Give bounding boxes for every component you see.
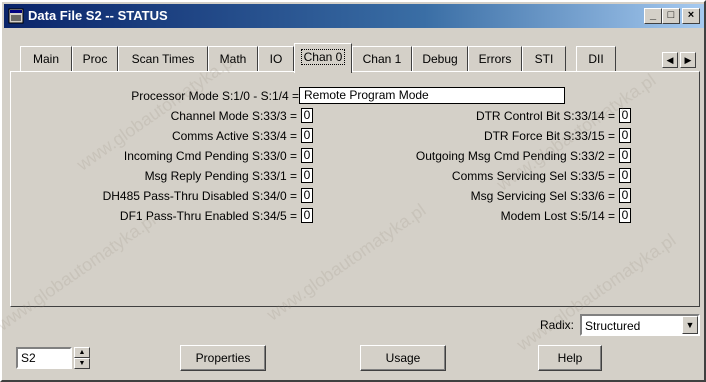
dtr-force-bit-label: DTR Force Bit S:33/15 = [483, 129, 615, 143]
msg-reply-pending-label: Msg Reply Pending S:33/1 = [144, 169, 297, 183]
dh485-pass-thru-label: DH485 Pass-Thru Disabled S:34/0 = [102, 189, 297, 203]
tab-scroll-left-icon[interactable]: ◀ [662, 52, 678, 68]
radix-select[interactable]: Structured ▼ [580, 314, 700, 336]
modem-lost-value[interactable]: 0 [619, 208, 631, 223]
comms-active-label: Comms Active S:33/4 = [171, 129, 297, 143]
dtr-force-bit-value[interactable]: 0 [619, 128, 631, 143]
maximize-button[interactable]: □ [662, 8, 680, 24]
spin-down-icon[interactable]: ▼ [74, 358, 90, 369]
msg-servicing-sel-value[interactable]: 0 [619, 188, 631, 203]
title-bar[interactable]: Data File S2 -- STATUS _ □ × [4, 4, 704, 28]
tab-main[interactable]: Main [20, 46, 72, 72]
data-file-icon [8, 8, 24, 24]
tab-proc[interactable]: Proc [72, 46, 118, 72]
comms-active-value[interactable]: 0 [301, 128, 313, 143]
window-title: Data File S2 -- STATUS [28, 8, 168, 23]
tab-math[interactable]: Math [208, 46, 258, 72]
incoming-cmd-pending-value[interactable]: 0 [301, 148, 313, 163]
msg-reply-pending-value[interactable]: 0 [301, 168, 313, 183]
chan0-panel: Processor Mode S:1/0 - S:1/4 = Remote Pr… [10, 71, 700, 307]
df1-pass-thru-value[interactable]: 0 [301, 208, 313, 223]
tab-scroll-right-icon[interactable]: ▶ [680, 52, 696, 68]
usage-button[interactable]: Usage [360, 345, 446, 371]
dtr-control-bit-label: DTR Control Bit S:33/14 = [475, 109, 615, 123]
channel-mode-value[interactable]: 0 [301, 108, 313, 123]
comms-servicing-sel-value[interactable]: 0 [619, 168, 631, 183]
channel-mode-label: Channel Mode S:33/3 = [170, 109, 297, 123]
incoming-cmd-pending-label: Incoming Cmd Pending S:33/0 = [123, 149, 297, 163]
outgoing-msg-cmd-value[interactable]: 0 [619, 148, 631, 163]
close-button[interactable]: × [682, 8, 700, 24]
radix-label: Radix: [540, 318, 575, 332]
tab-io[interactable]: IO [258, 46, 294, 72]
msg-servicing-sel-label: Msg Servicing Sel S:33/6 = [470, 189, 615, 203]
tab-errors[interactable]: Errors [468, 46, 522, 72]
help-button[interactable]: Help [538, 345, 602, 371]
radix-value: Structured [585, 319, 641, 333]
tab-dii[interactable]: DII [576, 46, 616, 72]
dtr-control-bit-value[interactable]: 0 [619, 108, 631, 123]
df1-pass-thru-label: DF1 Pass-Thru Enabled S:34/5 = [119, 209, 297, 223]
minimize-button[interactable]: _ [644, 8, 662, 24]
tab-chan-1[interactable]: Chan 1 [352, 46, 412, 72]
modem-lost-label: Modem Lost S:5/14 = [500, 209, 615, 223]
dh485-pass-thru-value[interactable]: 0 [301, 188, 313, 203]
tab-chan-0[interactable]: Chan 0 [294, 43, 352, 73]
processor-mode-value[interactable]: Remote Program Mode [299, 87, 565, 104]
outgoing-msg-cmd-label: Outgoing Msg Cmd Pending S:33/2 = [415, 149, 615, 163]
chevron-down-icon[interactable]: ▼ [682, 316, 698, 334]
processor-mode-label: Processor Mode S:1/0 - S:1/4 = [131, 89, 299, 103]
file-number-input[interactable]: S2 [16, 347, 72, 369]
status-window: Data File S2 -- STATUS _ □ × Main Proc S… [0, 0, 706, 382]
tab-sti[interactable]: STI [522, 46, 566, 72]
spin-up-icon[interactable]: ▲ [74, 347, 90, 358]
comms-servicing-sel-label: Comms Servicing Sel S:33/5 = [451, 169, 615, 183]
properties-button[interactable]: Properties [180, 345, 266, 371]
tab-debug[interactable]: Debug [412, 46, 468, 72]
tab-scan-times[interactable]: Scan Times [118, 46, 208, 72]
